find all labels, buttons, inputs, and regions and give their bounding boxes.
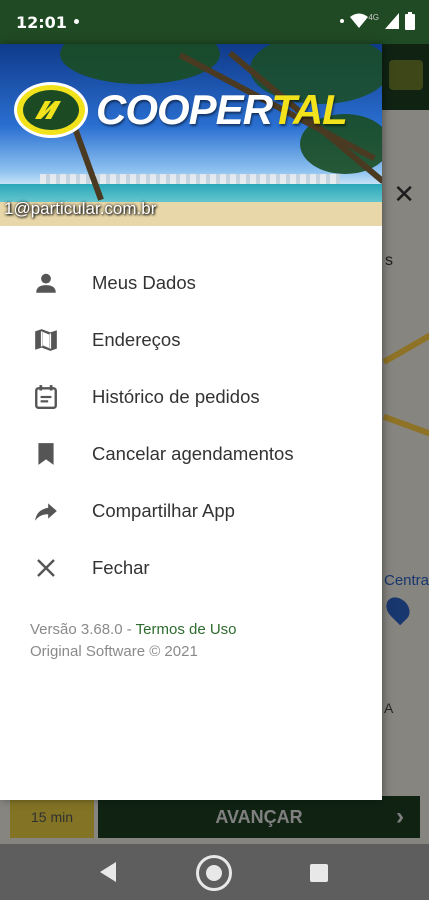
calendar-list-icon	[32, 383, 60, 411]
menu-item-compartilhar-app[interactable]: Compartilhar App	[0, 482, 382, 539]
bookmark-icon	[32, 440, 60, 468]
terms-link[interactable]: Termos de Uso	[136, 621, 237, 638]
logo-badge-icon	[14, 82, 88, 138]
home-icon[interactable]	[196, 855, 232, 891]
navigation-drawer: COOPERTAL 1@particular.com.br Meus Dados…	[0, 44, 382, 800]
menu-item-historico[interactable]: Histórico de pedidos	[0, 368, 382, 425]
copyright-text: Original Software © 2021	[30, 643, 198, 660]
signal-icon	[385, 13, 399, 29]
drawer-menu: Meus Dados Endereços Histórico de pedido…	[0, 254, 382, 596]
version-text: Versão 3.68.0 -	[30, 621, 136, 638]
menu-item-fechar[interactable]: Fechar	[0, 539, 382, 596]
logo-text: COOPERTAL	[96, 86, 348, 133]
menu-item-label: Histórico de pedidos	[92, 385, 260, 407]
map-icon	[32, 326, 60, 354]
menu-item-meus-dados[interactable]: Meus Dados	[0, 254, 382, 311]
menu-item-label: Meus Dados	[92, 271, 196, 293]
back-icon[interactable]	[100, 862, 116, 882]
status-time: 12:01	[16, 13, 67, 32]
battery-icon	[405, 12, 415, 30]
user-email: 1@particular.com.br	[4, 199, 157, 218]
recent-apps-icon[interactable]	[310, 864, 328, 882]
menu-item-label: Fechar	[92, 556, 150, 578]
menu-item-cancelar-agendamentos[interactable]: Cancelar agendamentos	[0, 425, 382, 482]
notification-dot-icon	[74, 19, 79, 24]
drawer-footer: Versão 3.68.0 - Termos de Uso Original S…	[30, 619, 237, 663]
menu-item-label: Endereços	[92, 328, 181, 350]
menu-item-label: Compartilhar App	[92, 499, 235, 521]
share-arrow-icon	[32, 497, 60, 525]
coopertal-logo: COOPERTAL	[14, 82, 348, 138]
status-icons: 4G	[340, 12, 415, 30]
status-bar: 12:01 4G	[0, 0, 429, 44]
network-type-label: 4G	[368, 12, 379, 22]
system-nav-bar	[0, 844, 429, 900]
version-line: Versão 3.68.0 - Termos de Uso	[30, 619, 237, 641]
notification-dot-icon	[340, 19, 345, 23]
drawer-header: COOPERTAL 1@particular.com.br	[0, 44, 382, 226]
wifi-icon	[350, 13, 369, 28]
close-icon	[32, 554, 60, 582]
menu-item-enderecos[interactable]: Endereços	[0, 311, 382, 368]
menu-item-label: Cancelar agendamentos	[92, 442, 294, 464]
person-icon	[32, 269, 60, 297]
